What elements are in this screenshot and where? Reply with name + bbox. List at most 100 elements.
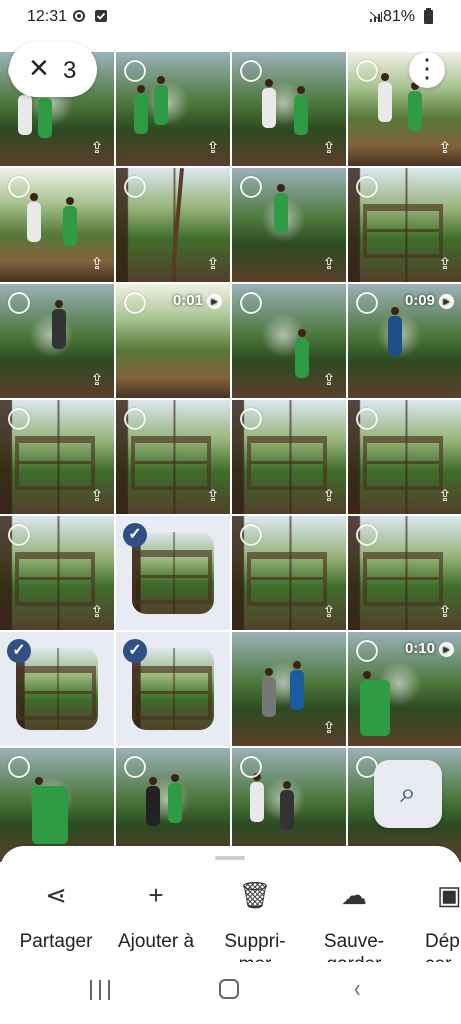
play-icon: ▶	[439, 642, 454, 657]
photo-tile[interactable]: ⇪	[0, 516, 114, 630]
cloud-icon: ⇪	[438, 604, 452, 621]
person-figure	[378, 73, 392, 122]
selection-circle[interactable]	[356, 524, 378, 546]
selection-circle[interactable]	[8, 524, 30, 546]
cloud-icon: ⇪	[90, 140, 104, 157]
photo-tile[interactable]: ⇪	[232, 516, 346, 630]
selection-circle[interactable]	[124, 176, 146, 198]
selected-check-icon[interactable]: ✓	[7, 639, 31, 663]
selection-circle[interactable]	[8, 292, 30, 314]
selected-check-icon[interactable]: ✓	[123, 639, 147, 663]
checkbox-status-icon	[95, 10, 107, 22]
person-figure	[134, 85, 148, 134]
person-head	[298, 329, 306, 337]
hut-frame	[15, 552, 95, 606]
selection-counter[interactable]: × 3	[9, 42, 97, 97]
sheet-handle[interactable]	[215, 856, 245, 860]
photo-tile[interactable]: ⇪	[232, 632, 346, 746]
selection-circle[interactable]	[240, 176, 262, 198]
video-tile[interactable]: 0:01 ▶	[116, 284, 230, 398]
hut-frame	[363, 552, 443, 606]
zoom-button[interactable]: ⌕	[374, 760, 442, 828]
person-figure	[290, 661, 304, 710]
hut-frame	[15, 436, 95, 490]
selection-circle[interactable]	[356, 176, 378, 198]
status-bar: 12:31 81%	[0, 0, 461, 34]
selection-circle[interactable]	[356, 60, 378, 82]
photo-tile[interactable]: ⇪	[0, 400, 114, 514]
person-figure	[250, 773, 264, 822]
person-figure	[294, 86, 308, 135]
cloud-icon: ⇪	[206, 488, 220, 505]
person-figure	[52, 300, 66, 349]
selection-circle[interactable]	[240, 408, 262, 430]
home-icon[interactable]	[219, 979, 239, 999]
person-figure	[360, 671, 390, 736]
plus-icon: +	[148, 880, 164, 910]
selection-circle[interactable]	[240, 292, 262, 314]
selection-circle[interactable]	[124, 408, 146, 430]
person-head	[157, 76, 165, 84]
selection-circle[interactable]	[240, 524, 262, 546]
video-duration: 0:01 ▶	[173, 292, 222, 309]
selection-circle[interactable]	[124, 60, 146, 82]
person-head	[265, 668, 273, 676]
video-tile[interactable]: 0:10 ▶	[348, 632, 461, 746]
person-figure	[262, 668, 276, 717]
photo-tile[interactable]: ⇪	[232, 400, 346, 514]
share-action[interactable]: ⋖ Partager	[11, 882, 101, 953]
selection-circle[interactable]	[8, 176, 30, 198]
selection-circle[interactable]	[356, 292, 378, 314]
selection-circle[interactable]	[124, 292, 146, 314]
selection-circle[interactable]	[356, 640, 378, 662]
photo-tile[interactable]	[116, 748, 230, 862]
photo-tile[interactable]: ⇪	[232, 168, 346, 282]
person-head	[391, 307, 399, 315]
cloud-upload-icon: ☁	[341, 880, 367, 910]
selected-photo-tile[interactable]: ✓	[116, 632, 230, 746]
person-figure	[32, 777, 68, 844]
close-selection-icon[interactable]: ×	[29, 51, 51, 85]
play-icon: ▶	[439, 294, 454, 309]
photo-tile[interactable]: ⇪	[0, 168, 114, 282]
photo-tile[interactable]: ⇪	[232, 284, 346, 398]
selected-check-icon[interactable]: ✓	[123, 523, 147, 547]
photo-tile[interactable]	[0, 748, 114, 862]
photo-tile[interactable]: ⇪	[348, 400, 461, 514]
photo-tile[interactable]: ⇪	[348, 168, 461, 282]
battery-percentage: 81%	[382, 8, 415, 25]
selected-photo-tile[interactable]: ✓	[116, 516, 230, 630]
person-figure	[38, 89, 52, 138]
selection-circle[interactable]	[240, 756, 262, 778]
add-to-action[interactable]: + Ajouter à	[111, 882, 201, 953]
photo-tile[interactable]: ⇪	[348, 516, 461, 630]
selection-circle[interactable]	[356, 408, 378, 430]
selected-photo-thumbnail	[16, 648, 98, 730]
selection-circle[interactable]	[124, 756, 146, 778]
video-tile[interactable]: 0:09 ▶	[348, 284, 461, 398]
photo-tile[interactable]	[232, 748, 346, 862]
photo-tile[interactable]: ⇪	[232, 52, 346, 166]
cloud-icon: ⇪	[206, 256, 220, 273]
more-options-button[interactable]: ⋮	[409, 52, 445, 88]
hut-frame	[363, 436, 443, 490]
selection-circle[interactable]	[240, 60, 262, 82]
photo-tile[interactable]: ⇪	[116, 400, 230, 514]
recent-apps-icon[interactable]	[90, 980, 110, 1000]
video-duration-text: 0:09	[404, 292, 435, 309]
selection-circle[interactable]	[8, 408, 30, 430]
cloud-icon: ⇪	[322, 140, 336, 157]
selection-circle[interactable]	[8, 756, 30, 778]
person-figure	[168, 774, 182, 823]
selected-count: 3	[63, 57, 77, 84]
back-icon[interactable]: ‹	[354, 975, 360, 1001]
photo-tile[interactable]: ⇪	[0, 284, 114, 398]
person-head	[149, 777, 157, 785]
cloud-icon: ⇪	[322, 372, 336, 389]
photo-tile[interactable]: ⇪	[116, 168, 230, 282]
cloud-icon: ⇪	[438, 488, 452, 505]
photo-tile[interactable]: ⇪	[116, 52, 230, 166]
selected-photo-tile[interactable]: ✓	[0, 632, 114, 746]
person-head	[363, 671, 371, 679]
person-head	[293, 661, 301, 669]
